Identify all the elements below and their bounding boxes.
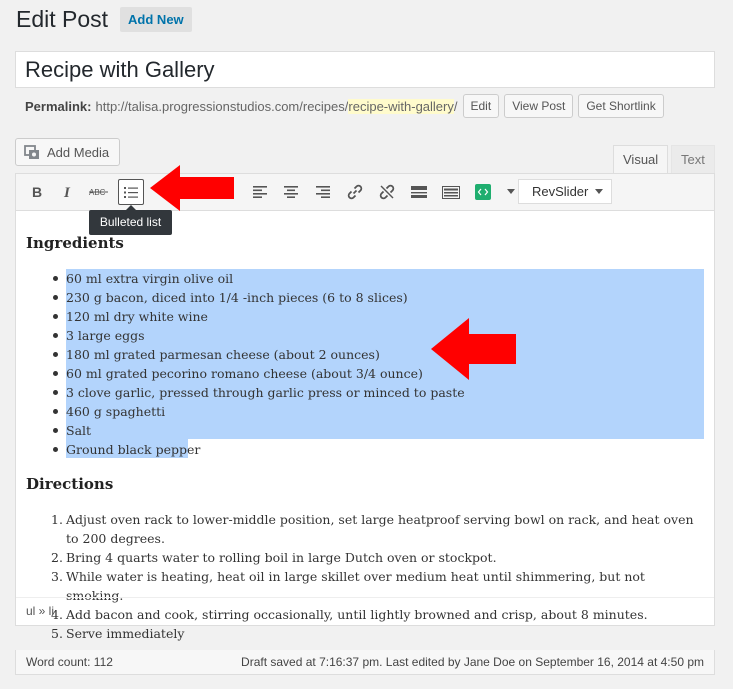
element-path[interactable]: ul » li — [16, 597, 714, 625]
list-item: 3 large eggs — [53, 326, 465, 345]
list-item: 60 ml grated pecorino romano cheese (abo… — [53, 364, 465, 383]
annotation-arrow-icon — [150, 165, 234, 211]
draft-status: Draft saved at 7:16:37 pm. Last edited b… — [241, 655, 704, 669]
tab-text[interactable]: Text — [671, 145, 715, 174]
revslider-label: RevSlider — [532, 184, 589, 199]
annotation-arrow-icon — [431, 318, 516, 380]
align-right-icon[interactable] — [310, 179, 336, 205]
list-item: 5. Serve immediately — [51, 624, 706, 643]
list-item: Salt — [53, 421, 465, 440]
list-item-text: Adjust oven rack to lower-middle positio… — [66, 512, 694, 546]
add-new-button[interactable]: Add New — [120, 7, 192, 32]
permalink-slug[interactable]: recipe-with-gallery — [348, 98, 454, 114]
italic-icon[interactable]: I — [55, 179, 81, 205]
svg-text:I: I — [63, 185, 71, 199]
align-center-icon[interactable] — [278, 179, 304, 205]
permalink-trailing: / — [453, 98, 458, 114]
editor-toolbar: B I ABC RevSlider — [16, 174, 714, 211]
add-media-button[interactable]: Add Media — [15, 138, 121, 166]
list-item: 120 ml dry white wine — [53, 307, 465, 326]
editor: B I ABC RevSlider Ingredients 60 ml extr… — [15, 173, 715, 641]
page-title: Edit Post — [16, 6, 109, 32]
revslider-dropdown[interactable]: RevSlider — [518, 179, 612, 204]
list-item: 60 ml extra virgin olive oil — [53, 269, 465, 288]
page-heading: Edit Post Add New — [16, 6, 192, 33]
list-number: 2. — [51, 550, 63, 565]
tab-visual[interactable]: Visual — [613, 145, 669, 174]
strikethrough-icon[interactable]: ABC — [86, 179, 112, 205]
permalink-base: http://talisa.progressionstudios.com/rec… — [95, 98, 349, 114]
list-number: 5. — [51, 626, 63, 641]
list-item: 1. Adjust oven rack to lower-middle posit… — [51, 510, 706, 548]
permalink-label: Permalink: — [25, 98, 92, 114]
list-item: Ground black pepper — [53, 440, 465, 459]
status-bar: Word count: 112 Draft saved at 7:16:37 p… — [15, 650, 715, 675]
view-post-button[interactable]: View Post — [504, 94, 574, 118]
directions-heading: Directions — [26, 475, 114, 493]
list-item-text: Bring 4 quarts water to rolling boil in … — [66, 550, 497, 565]
add-media-label: Add Media — [47, 144, 110, 160]
list-number: 3. — [51, 569, 63, 584]
bold-icon[interactable]: B — [24, 179, 50, 205]
list-number: 1. — [51, 512, 63, 527]
ingredients-heading: Ingredients — [26, 234, 124, 252]
align-left-icon[interactable] — [247, 179, 273, 205]
list-item-text: Serve immediately — [66, 626, 185, 641]
chevron-down-icon — [595, 189, 603, 194]
bulleted-list-icon[interactable] — [118, 179, 144, 205]
link-icon[interactable] — [342, 179, 368, 205]
permalink-row: Permalink: http://talisa.progressionstud… — [25, 94, 664, 118]
unlink-icon[interactable] — [374, 179, 400, 205]
list-item: 2. Bring 4 quarts water to rolling boil i… — [51, 548, 706, 567]
shortcode-icon[interactable] — [470, 179, 496, 205]
toolbar-toggle-icon[interactable] — [438, 179, 464, 205]
ingredients-list: 60 ml extra virgin olive oil 230 g bacon… — [53, 269, 465, 459]
list-item: 3 clove garlic, pressed through garlic p… — [53, 385, 465, 400]
get-shortlink-button[interactable]: Get Shortlink — [578, 94, 664, 118]
shortcode-dropdown-caret[interactable] — [507, 189, 515, 194]
media-icon — [24, 144, 39, 159]
post-title-input[interactable] — [15, 51, 715, 88]
list-item: 180 ml grated parmesan cheese (about 2 o… — [53, 345, 465, 364]
list-item: 460 g spaghetti — [53, 402, 465, 421]
bulleted-list-tooltip: Bulleted list — [89, 205, 172, 235]
list-item: 230 g bacon, diced into 1/4 -inch pieces… — [53, 288, 465, 307]
read-more-icon[interactable] — [406, 179, 432, 205]
svg-text:B: B — [32, 185, 42, 199]
word-count: Word count: 112 — [26, 655, 113, 669]
edit-permalink-button[interactable]: Edit — [462, 94, 500, 118]
